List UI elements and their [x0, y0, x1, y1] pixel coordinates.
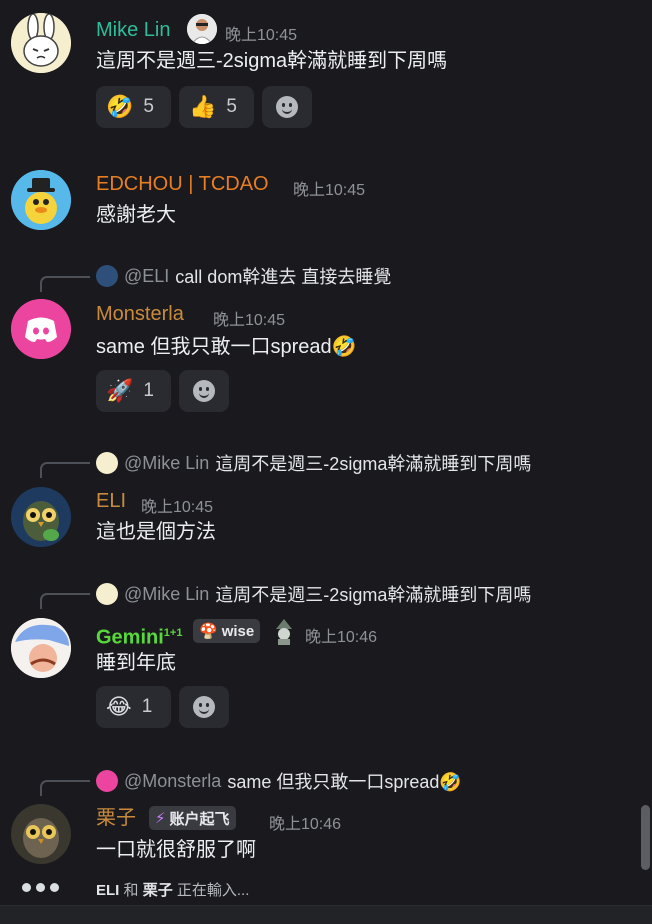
role-icon: [187, 14, 217, 44]
rofl-emoji-icon: 🤣: [106, 94, 134, 119]
reply-text: same 但我只敢一口spread🤣: [227, 772, 462, 792]
bunny-avatar-icon: [11, 13, 71, 73]
message-text: same 但我只敢一口spread🤣: [96, 336, 357, 358]
bunny-mini-avatar-icon: [96, 452, 118, 474]
avatar[interactable]: [11, 487, 71, 547]
reply-text: 這周不是週三-2sigma幹滿就睡到下周嗎: [215, 585, 532, 605]
message-text: 一口就很舒服了啊: [96, 839, 256, 861]
timestamp: 晚上10:46: [269, 816, 342, 833]
add-reaction-button[interactable]: [262, 86, 312, 128]
message-text: 睡到年底: [96, 652, 176, 674]
avatar[interactable]: [11, 299, 71, 359]
discord-mini-avatar-icon: [96, 770, 118, 792]
avatar[interactable]: [11, 170, 71, 230]
reaction-count: 5: [226, 96, 237, 117]
owl-avatar-icon: [11, 487, 71, 547]
timestamp: 晚上10:46: [305, 629, 378, 646]
typing-user: 栗子: [142, 882, 173, 899]
reply-reference[interactable]: @Mike Lin 這周不是週三-2sigma幹滿就睡到下周嗎: [96, 451, 531, 475]
role-badge-label: 账户起飞: [169, 810, 230, 828]
smile-icon: [276, 96, 298, 118]
avatar[interactable]: [11, 618, 71, 678]
message-text: 感謝老大: [96, 204, 176, 226]
avatar[interactable]: [11, 13, 71, 73]
smile-icon: [193, 696, 215, 718]
typing-indicator: ELI 和 栗子 正在輸入...: [96, 879, 249, 900]
reply-connector: [40, 780, 90, 796]
reaction-rocket[interactable]: 🚀 1: [96, 370, 171, 412]
author-name[interactable]: ELI: [96, 489, 126, 513]
reply-connector: [40, 593, 90, 609]
message-text: 這周不是週三-2sigma幹滿就睡到下周嗎: [96, 50, 448, 72]
reply-mention: @Monsterla: [124, 770, 222, 791]
reaction-rofl[interactable]: 🤣 5: [96, 86, 171, 128]
role-badge[interactable]: 🍄 wise: [193, 619, 261, 643]
message-input-edge[interactable]: [0, 905, 652, 924]
reply-reference[interactable]: @Monsterla same 但我只敢一口spread🤣: [96, 769, 462, 793]
rocket-emoji-icon: 🚀: [106, 378, 134, 403]
reaction-count: 5: [143, 96, 154, 117]
typing-user: ELI: [96, 882, 120, 899]
scrollbar-thumb[interactable]: [641, 805, 650, 870]
typing-conjunction: 和: [123, 882, 139, 899]
lightning-icon: ⚡: [155, 810, 166, 827]
owl-avatar-icon: [11, 804, 71, 864]
smile-icon: [193, 380, 215, 402]
reaction-joy[interactable]: 😂 1: [96, 686, 171, 728]
thumbs-up-emoji-icon: 👍: [189, 94, 217, 119]
typing-dots-icon: [22, 880, 64, 894]
role-badge[interactable]: ⚡ 账户起飞: [149, 806, 236, 830]
add-reaction-button[interactable]: [179, 686, 229, 728]
reaction-count: 1: [143, 380, 154, 401]
reply-reference[interactable]: @ELI call dom幹進去 直接去睡覺: [96, 264, 391, 288]
add-reaction-button[interactable]: [179, 370, 229, 412]
cartoon-face-avatar-icon: [11, 618, 71, 678]
author-name[interactable]: Mike Lin: [96, 18, 170, 42]
reaction-count: 1: [141, 696, 153, 717]
role-badge-label: wise: [221, 622, 255, 640]
author-name[interactable]: EDCHOU | TCDAO: [96, 172, 269, 196]
author-name-text: Gemini: [96, 626, 164, 649]
reply-mention: @Mike Lin: [124, 452, 210, 473]
witch-icon: [270, 617, 298, 645]
reply-mention: @ELI: [124, 265, 170, 286]
bunny-mini-avatar-icon: [96, 583, 118, 605]
owl-mini-avatar-icon: [96, 265, 118, 287]
mushroom-icon: 🍄: [199, 623, 218, 640]
typing-suffix: 正在輸入...: [176, 882, 250, 899]
reply-connector: [40, 276, 90, 292]
reply-mention: @Mike Lin: [124, 583, 210, 604]
timestamp: 晚上10:45: [213, 312, 286, 329]
author-name[interactable]: Gemini1+1: [96, 621, 182, 650]
duck-avatar-icon: [11, 170, 71, 230]
author-superscript: 1+1: [163, 627, 183, 639]
reply-reference[interactable]: @Mike Lin 這周不是週三-2sigma幹滿就睡到下周嗎: [96, 582, 531, 606]
timestamp: 晚上10:45: [141, 499, 214, 516]
joy-emoji-icon: 😂: [106, 694, 132, 719]
timestamp: 晚上10:45: [293, 182, 366, 199]
timestamp: 晚上10:45: [225, 27, 298, 44]
reaction-thumbs-up[interactable]: 👍 5: [179, 86, 254, 128]
reply-connector: [40, 462, 90, 478]
reply-text: 這周不是週三-2sigma幹滿就睡到下周嗎: [215, 454, 532, 474]
message-text: 這也是個方法: [96, 521, 216, 543]
avatar[interactable]: [11, 804, 71, 864]
author-name[interactable]: 栗子: [96, 806, 136, 830]
discord-logo-icon: [11, 299, 71, 359]
reply-text: call dom幹進去 直接去睡覺: [175, 267, 392, 287]
author-name[interactable]: Monsterla: [96, 302, 184, 326]
